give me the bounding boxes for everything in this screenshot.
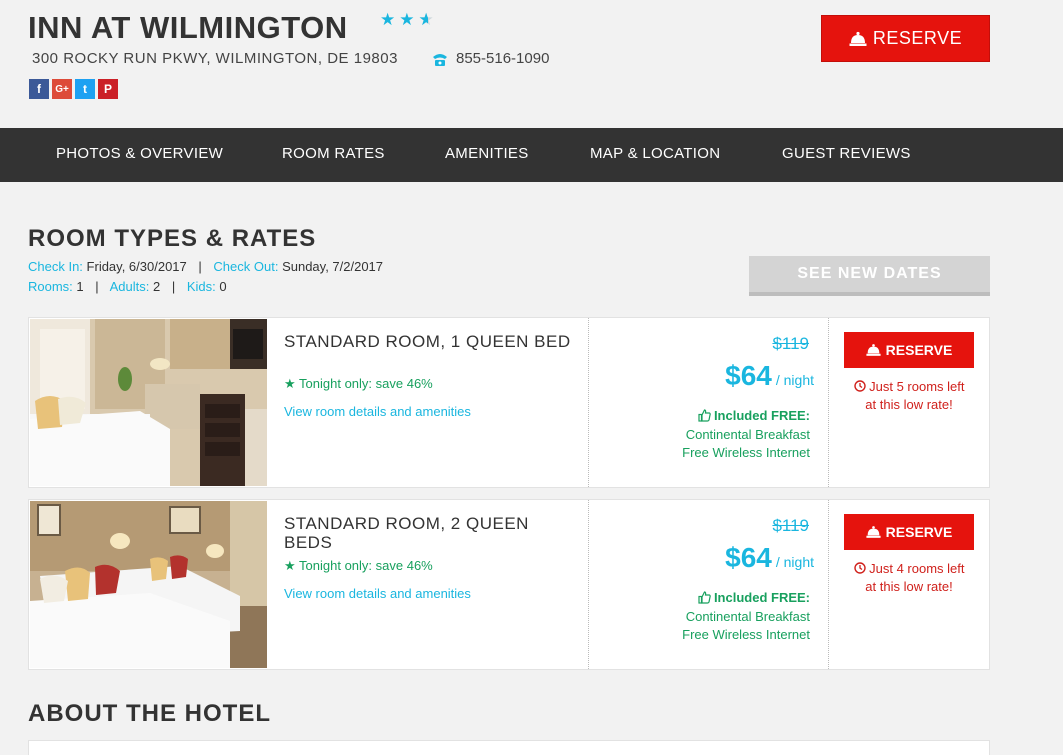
clock-icon	[853, 380, 866, 392]
room-reserve: RESERVE Just 4 rooms left at this low ra…	[829, 500, 989, 669]
included-free: Included FREE:	[698, 408, 810, 423]
room-price: $119 $64/ night Included FREE: Continent…	[589, 500, 829, 669]
room-price: $119 $64/ night Included FREE: Continent…	[589, 318, 829, 487]
reserve-button-header[interactable]: RESERVE	[821, 15, 990, 62]
facebook-icon[interactable]: f	[29, 79, 49, 99]
room-info: STANDARD ROOM, 2 QUEEN BEDS ★ Tonight on…	[269, 500, 589, 669]
original-price: $119	[772, 516, 809, 535]
nav-guest-reviews[interactable]: GUEST REVIEWS	[782, 145, 911, 162]
price-amount: $64	[725, 542, 772, 573]
included-free: Included FREE:	[698, 590, 810, 605]
check-out-label[interactable]: Check Out:	[213, 259, 278, 274]
twitter-icon[interactable]: t	[75, 79, 95, 99]
rooms-value: 1	[76, 279, 84, 294]
phone-number: 855-516-1090	[456, 50, 550, 67]
pinterest-icon[interactable]: P	[98, 79, 118, 99]
hotel-phone: 855-516-1090	[432, 50, 549, 67]
clock-icon	[853, 562, 866, 574]
rooms-left-note: Just 4 rooms left at this low rate!	[839, 560, 979, 596]
star-icon: ★	[399, 10, 419, 29]
room-name: STANDARD ROOM, 2 QUEEN BEDS	[284, 514, 529, 552]
sale-price: $64/ night	[725, 542, 814, 574]
see-new-dates-button[interactable]: SEE NEW DATES	[749, 256, 990, 296]
star-icon: ★	[380, 10, 400, 29]
deal-text: ★ Tonight only: save 46%	[284, 376, 433, 392]
phone-icon	[433, 53, 447, 66]
save-text: Tonight only: save 46%	[299, 558, 433, 573]
amenity-wifi: Free Wireless Internet	[682, 445, 810, 460]
separator: |	[171, 279, 176, 294]
star-icon: ★	[284, 376, 296, 391]
sale-price: $64/ night	[725, 360, 814, 392]
hotel-header: INN AT WILMINGTON ★★★ 300 ROCKY RUN PKWY…	[0, 0, 1063, 128]
check-in-value: Friday, 6/30/2017	[86, 259, 187, 274]
bell-icon	[849, 31, 867, 46]
room-details-link[interactable]: View room details and amenities	[284, 586, 471, 601]
original-price: $119	[772, 334, 809, 353]
section-title-rates: ROOM TYPES & RATES	[28, 225, 317, 252]
thumbs-up-icon	[698, 409, 711, 422]
stay-dates: Check In: Friday, 6/30/2017 | Check Out:…	[28, 259, 383, 274]
amenity-breakfast: Continental Breakfast	[685, 427, 810, 442]
social-links: f G+ t P	[29, 79, 118, 99]
price-unit: / night	[775, 554, 814, 570]
room-photo[interactable]	[30, 319, 267, 486]
room-details-link[interactable]: View room details and amenities	[284, 404, 471, 419]
check-in-label[interactable]: Check In:	[28, 259, 83, 274]
kids-value: 0	[219, 279, 227, 294]
section-title-about: ABOUT THE HOTEL	[28, 700, 271, 727]
guest-counts: Rooms: 1 | Adults: 2 | Kids: 0	[28, 279, 227, 294]
adults-label[interactable]: Adults:	[110, 279, 150, 294]
half-star-icon: ★	[419, 10, 438, 30]
about-panel	[28, 740, 990, 755]
kids-label[interactable]: Kids:	[187, 279, 216, 294]
room-name: STANDARD ROOM, 1 QUEEN BED	[284, 332, 571, 351]
room-card: STANDARD ROOM, 1 QUEEN BED ★ Tonight onl…	[28, 317, 990, 488]
rooms-label[interactable]: Rooms:	[28, 279, 73, 294]
separator: |	[95, 279, 99, 294]
thumbs-up-icon	[698, 591, 711, 604]
google-plus-icon[interactable]: G+	[52, 79, 72, 99]
included-label: Included FREE:	[713, 408, 810, 423]
reserve-label: RESERVE	[885, 524, 953, 540]
low-rate-text: at this low rate!	[865, 579, 953, 594]
nav-room-rates[interactable]: ROOM RATES	[282, 145, 385, 162]
included-label: Included FREE:	[713, 590, 810, 605]
star-rating: ★★★	[380, 10, 438, 30]
room-reserve: RESERVE Just 5 rooms left at this low ra…	[829, 318, 989, 487]
nav-photos-overview[interactable]: PHOTOS & OVERVIEW	[56, 145, 223, 162]
reserve-label: RESERVE	[885, 342, 953, 358]
rooms-left-note: Just 5 rooms left at this low rate!	[839, 378, 979, 414]
deal-text: ★ Tonight only: save 46%	[284, 558, 433, 574]
amenity-wifi: Free Wireless Internet	[682, 627, 810, 642]
nav-amenities[interactable]: AMENITIES	[445, 145, 529, 162]
rooms-left-text: Just 5 rooms left	[869, 379, 965, 394]
amenity-breakfast: Continental Breakfast	[685, 609, 810, 624]
hotel-address: 300 ROCKY RUN PKWY, WILMINGTON, DE 19803	[32, 50, 398, 67]
price-unit: / night	[775, 372, 814, 388]
bell-icon	[866, 526, 881, 538]
bell-icon	[866, 344, 881, 356]
nav-map-location[interactable]: MAP & LOCATION	[590, 145, 720, 162]
room-info: STANDARD ROOM, 1 QUEEN BED ★ Tonight onl…	[269, 318, 589, 487]
check-out-value: Sunday, 7/2/2017	[282, 259, 384, 274]
room-card: STANDARD ROOM, 2 QUEEN BEDS ★ Tonight on…	[28, 499, 990, 670]
main-nav: PHOTOS & OVERVIEW ROOM RATES AMENITIES M…	[0, 128, 1063, 182]
save-text: Tonight only: save 46%	[299, 376, 433, 391]
rooms-left-text: Just 4 rooms left	[869, 561, 965, 576]
price-amount: $64	[725, 360, 772, 391]
room-photo[interactable]	[30, 501, 267, 668]
low-rate-text: at this low rate!	[865, 397, 953, 412]
reserve-button[interactable]: RESERVE	[844, 332, 974, 368]
separator: |	[198, 259, 202, 274]
hotel-name: INN AT WILMINGTON	[28, 10, 348, 45]
star-icon: ★	[284, 558, 296, 573]
reserve-label: RESERVE	[872, 28, 963, 48]
reserve-button[interactable]: RESERVE	[844, 514, 974, 550]
adults-value: 2	[152, 279, 161, 294]
